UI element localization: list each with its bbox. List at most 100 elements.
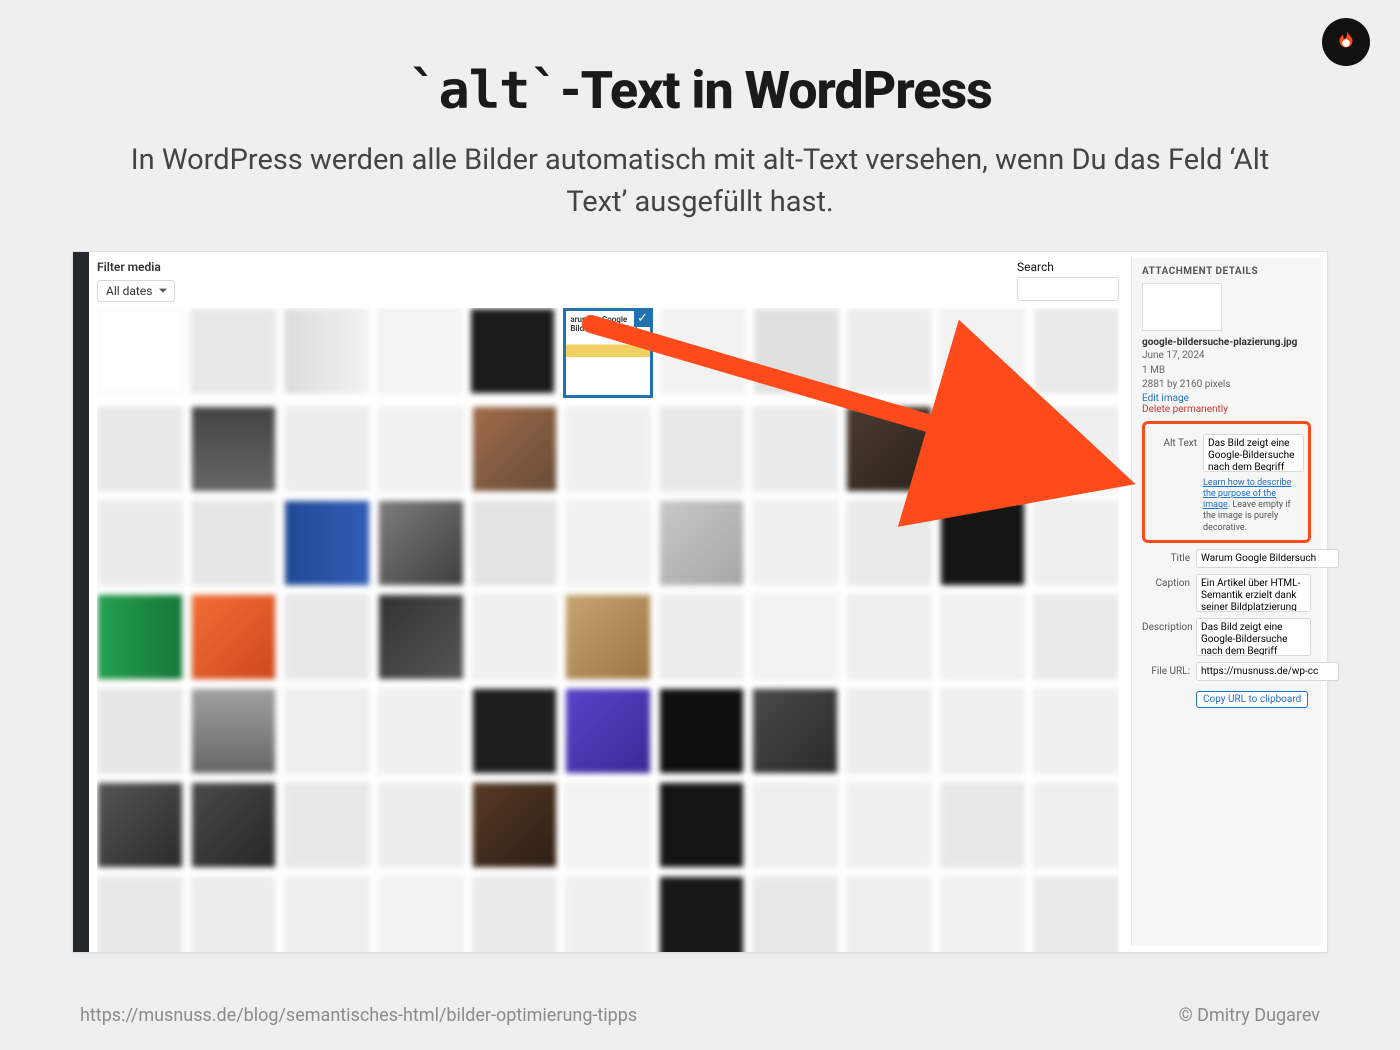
attachment-dimensions: 2881 by 2160 pixels <box>1142 378 1311 392</box>
attachment-details-heading: ATTACHMENT DETAILS <box>1142 266 1311 277</box>
media-thumbnail[interactable] <box>472 594 558 680</box>
media-thumbnail[interactable] <box>661 308 746 394</box>
media-thumbnail[interactable] <box>472 406 558 492</box>
search-input[interactable] <box>1017 277 1119 301</box>
media-thumbnail[interactable] <box>565 500 651 586</box>
media-thumbnail[interactable] <box>472 876 558 952</box>
media-thumbnail[interactable] <box>940 688 1026 774</box>
media-thumbnail[interactable] <box>940 406 1026 492</box>
media-thumbnail[interactable] <box>752 876 838 952</box>
media-thumbnail[interactable] <box>378 406 464 492</box>
media-thumbnail[interactable] <box>284 500 370 586</box>
media-thumbnail[interactable] <box>565 688 651 774</box>
media-thumbnail[interactable] <box>1034 308 1119 394</box>
media-thumbnail[interactable] <box>752 594 838 680</box>
media-thumbnail[interactable] <box>659 688 745 774</box>
page-title: `alt`-Text in WordPress <box>0 60 1400 121</box>
media-thumbnail[interactable] <box>752 782 838 868</box>
media-thumbnail[interactable] <box>190 308 275 394</box>
media-thumbnail[interactable] <box>1033 688 1119 774</box>
media-thumbnail[interactable] <box>191 782 277 868</box>
alt-text-label: Alt Text <box>1149 434 1197 449</box>
media-thumbnail[interactable] <box>284 688 370 774</box>
caption-input[interactable]: Ein Artikel über HTML-Semantik erzielt d… <box>1196 574 1311 612</box>
media-thumbnail[interactable] <box>191 688 277 774</box>
wp-admin-sidebar <box>73 252 89 952</box>
date-filter-select[interactable]: All dates <box>97 280 175 302</box>
media-thumbnail[interactable] <box>1033 500 1119 586</box>
media-thumbnail[interactable] <box>191 500 277 586</box>
media-thumbnail[interactable] <box>378 500 464 586</box>
media-thumbnail[interactable] <box>659 406 745 492</box>
media-thumbnail[interactable] <box>659 782 745 868</box>
media-thumbnail[interactable] <box>284 406 370 492</box>
media-thumbnail[interactable] <box>378 688 464 774</box>
media-thumbnail[interactable] <box>940 594 1026 680</box>
media-thumbnail[interactable] <box>940 500 1026 586</box>
edit-image-link[interactable]: Edit image <box>1142 393 1311 404</box>
search-label: Search <box>1017 260 1119 274</box>
media-thumbnail[interactable] <box>284 308 369 394</box>
media-thumbnail[interactable] <box>472 688 558 774</box>
media-thumbnail[interactable] <box>754 308 839 394</box>
alt-text-input[interactable]: Das Bild zeigt eine Google-Bildersuche n… <box>1203 434 1304 472</box>
media-thumbnail[interactable] <box>659 594 745 680</box>
media-thumbnail[interactable] <box>846 500 932 586</box>
media-thumbnail[interactable] <box>846 782 932 868</box>
media-thumbnail[interactable] <box>378 876 464 952</box>
description-input[interactable]: Das Bild zeigt eine Google-Bildersuche n… <box>1196 618 1311 656</box>
title-input[interactable] <box>1196 549 1339 568</box>
footer-credit: © Dmitry Dugarev <box>1179 1005 1320 1026</box>
media-thumbnail[interactable] <box>472 500 558 586</box>
media-thumbnail[interactable] <box>97 688 183 774</box>
media-thumbnail[interactable] <box>846 406 932 492</box>
media-thumbnail[interactable] <box>1033 594 1119 680</box>
media-thumbnail[interactable] <box>284 782 370 868</box>
media-thumbnail[interactable] <box>1033 782 1119 868</box>
media-thumbnail[interactable] <box>752 406 838 492</box>
media-thumbnail[interactable] <box>97 876 183 952</box>
attachment-preview <box>1142 283 1222 331</box>
media-thumbnail[interactable] <box>191 406 277 492</box>
media-thumbnail[interactable] <box>191 876 277 952</box>
media-thumbnail-selected[interactable]: arum ist Google Bildsuche wichtig?✓ <box>563 308 652 398</box>
media-thumbnail[interactable] <box>846 688 932 774</box>
media-thumbnail[interactable] <box>472 782 558 868</box>
media-thumbnail[interactable] <box>565 594 651 680</box>
media-thumbnail[interactable] <box>846 594 932 680</box>
attachment-size: 1 MB <box>1142 364 1311 378</box>
media-thumbnail[interactable] <box>97 594 183 680</box>
media-thumbnail[interactable] <box>752 688 838 774</box>
alt-text-highlight: Alt Text Das Bild zeigt eine Google-Bild… <box>1142 421 1311 543</box>
media-thumbnail[interactable] <box>846 876 932 952</box>
media-thumbnail[interactable] <box>752 500 838 586</box>
media-thumbnail[interactable] <box>659 876 745 952</box>
media-grid: arum ist Google Bildsuche wichtig?✓ <box>97 308 1119 952</box>
media-thumbnail[interactable] <box>97 782 183 868</box>
media-thumbnail[interactable] <box>97 406 183 492</box>
media-thumbnail[interactable] <box>191 594 277 680</box>
file-url-label: File URL: <box>1142 662 1190 677</box>
media-thumbnail[interactable] <box>378 782 464 868</box>
media-thumbnail[interactable] <box>659 500 745 586</box>
file-url-input[interactable] <box>1196 662 1339 681</box>
media-thumbnail[interactable] <box>284 876 370 952</box>
media-thumbnail[interactable] <box>97 308 182 394</box>
media-thumbnail[interactable] <box>565 876 651 952</box>
media-thumbnail[interactable] <box>284 594 370 680</box>
media-thumbnail[interactable] <box>565 782 651 868</box>
media-thumbnail[interactable] <box>378 594 464 680</box>
media-thumbnail[interactable] <box>1033 876 1119 952</box>
media-thumbnail[interactable] <box>377 308 462 394</box>
media-thumbnail[interactable] <box>940 308 1025 394</box>
attachment-details-panel: ATTACHMENT DETAILS google-bildersuche-pl… <box>1131 258 1321 946</box>
media-thumbnail[interactable] <box>97 500 183 586</box>
media-thumbnail[interactable] <box>940 782 1026 868</box>
media-thumbnail[interactable] <box>847 308 932 394</box>
media-thumbnail[interactable] <box>1033 406 1119 492</box>
media-thumbnail[interactable] <box>565 406 651 492</box>
copy-url-button[interactable]: Copy URL to clipboard <box>1196 691 1308 708</box>
media-thumbnail[interactable] <box>470 308 555 394</box>
media-thumbnail[interactable] <box>940 876 1026 952</box>
delete-permanently-link[interactable]: Delete permanently <box>1142 404 1311 415</box>
